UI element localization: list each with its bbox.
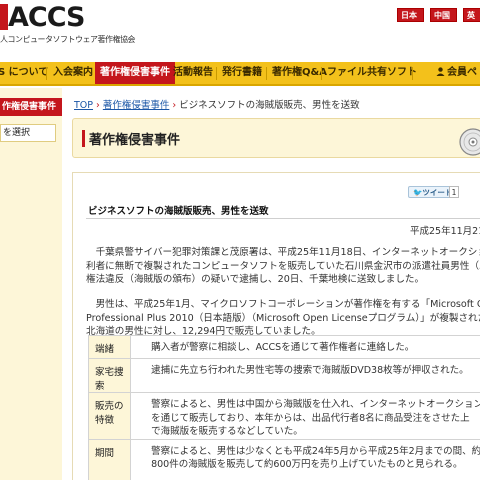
table-row-value: 警察によると、男性は少なくとも平成24年5月から平成25年2月までの間、約 80… <box>130 438 480 480</box>
nav-item-copyright-qa[interactable]: 著作権Q&A <box>272 62 327 84</box>
table-row-value: 購入者が警察に相談し、ACCSを通じて著作権者に連絡した。 <box>130 335 480 359</box>
table-cell-line: 購入者が警察に相談し、ACCSを通じて著作権者に連絡した。 <box>151 342 415 353</box>
nav-item-activity[interactable]: 活動報告 <box>173 62 213 84</box>
chevron-right-icon: › <box>172 100 177 111</box>
lang-chinese-button[interactable]: 中国語 <box>430 8 457 34</box>
divider <box>86 218 480 219</box>
lang-japanese-button[interactable]: 日本語 <box>397 8 424 34</box>
table-row: 端緒 購入者が警察に相談し、ACCSを通じて著作権者に連絡した。 <box>87 335 480 359</box>
twitter-bird-icon: 🐦 <box>413 188 423 197</box>
table-cell-line: 警察によると、男性は中国から海賊版を仕入れ、インターネットオークション <box>151 399 480 410</box>
sidebar-select[interactable]: を選択 <box>0 124 56 142</box>
nav-separator <box>216 67 217 80</box>
paragraph-line: 千葉県警サイバー犯罪対策課と茂原署は、平成25年11月18日、インターネットオー… <box>95 247 480 258</box>
paragraph-line: 権法違反（海賊版の頒布）の疑いで逮捕し、20日、千葉地検に送致しました。 <box>86 274 425 286</box>
breadcrumb-top-link[interactable]: TOP <box>74 100 93 111</box>
breadcrumb-section-link[interactable]: 著作権侵害事件 <box>103 100 170 111</box>
table-row-label: 家宅捜索 <box>87 358 132 393</box>
title-accent-bar <box>82 130 85 147</box>
site-header: ACCS 人コンピュータソフトウェア著作権協会 日本語 中国語 英 <box>0 0 480 62</box>
nav-item-books[interactable]: 発行書籍 <box>222 62 262 84</box>
article-date: 平成25年11月21 <box>410 226 480 237</box>
site-logo[interactable]: ACCS <box>8 4 85 32</box>
nav-item-file-sharing[interactable]: ファイル共有ソフト <box>327 62 417 84</box>
nav-separator <box>46 67 47 80</box>
nav-item-member-page[interactable]: 会員ペ <box>436 62 477 84</box>
table-row: 販売の特徴 警察によると、男性は中国から海賊版を仕入れ、インターネットオークショ… <box>87 392 480 440</box>
nav-item-infringement[interactable]: 著作権侵害事件 <box>95 62 175 84</box>
cd-icon <box>458 127 480 157</box>
table-cell-line: 逮捕に先立ち行われた男性宅等の捜索で海賊版DVD38枚等が押収された。 <box>151 365 469 376</box>
article-paragraph-1: 千葉県警サイバー犯罪対策課と茂原署は、平成25年11月18日、インターネットオー… <box>86 246 480 287</box>
table-cell-line: 警察によると、男性は少なくとも平成24年5月から平成25年2月までの間、約 <box>151 445 480 457</box>
paragraph-line: Professional Plus 2010（日本語版）（Microsoft O… <box>86 312 480 324</box>
nav-item-membership[interactable]: 入会案内 <box>53 62 93 84</box>
table-row-label: 端緒 <box>87 335 132 359</box>
table-row: 家宅捜索 逮捕に先立ち行われた男性宅等の捜索で海賊版DVD38枚等が押収された。 <box>87 358 480 393</box>
table-row-label: 期間 <box>87 438 132 480</box>
article-title: ビジネスソフトの海賊版販売、男性を送致 <box>88 206 269 217</box>
nav-separator <box>266 67 267 80</box>
table-row-value: 逮捕に先立ち行われた男性宅等の捜索で海賊版DVD38枚等が押収された。 <box>130 358 480 393</box>
lang-english-button[interactable]: 英 <box>463 8 480 22</box>
breadcrumb-current: ビジネスソフトの海賊版販売、男性を送致 <box>179 100 360 111</box>
paragraph-line: 男性は、平成25年1月、マイクロソフトコーポレーションが著作権を有する「Micr… <box>86 299 480 310</box>
chevron-right-icon: › <box>96 100 100 111</box>
user-icon <box>436 63 445 76</box>
table-cell-line: を通じて販売しており、本年からは、出品代行者8名に商品受注をさせた上 <box>151 412 470 424</box>
member-page-label: 会員ペ <box>447 67 477 78</box>
table-cell-line: 800件の海賊版を販売して約600万円を売り上げていたものと見られる。 <box>151 459 463 470</box>
nav-separator <box>412 67 413 80</box>
sidebar: 作権侵害事件 を選択 <box>0 88 62 480</box>
logo-mark <box>0 4 8 30</box>
table-row-label: 販売の特徴 <box>87 392 132 440</box>
table-row-value: 警察によると、男性は中国から海賊版を仕入れ、インターネットオークション を通じて… <box>130 392 480 440</box>
tweet-label: ツイート <box>422 188 453 197</box>
page-title: 著作権侵害事件 <box>89 133 181 148</box>
case-details-table: 端緒 購入者が警察に相談し、ACCSを通じて著作権者に連絡した。 家宅捜索 逮捕… <box>87 335 480 480</box>
page-title-box: 著作権侵害事件 <box>72 118 480 158</box>
paragraph-line: 利者に無断で複製されたコンピュータソフトを販売していた石川県金沢市の派遣社員男性… <box>86 260 480 272</box>
logo-subtitle: 人コンピュータソフトウェア著作権協会 <box>0 35 136 44</box>
article-paragraph-2: 男性は、平成25年1月、マイクロソフトコーポレーションが著作権を有する「Micr… <box>86 298 480 339</box>
tweet-count: 1 <box>449 186 459 198</box>
breadcrumb: TOP › 著作権侵害事件 › ビジネスソフトの海賊版販売、男性を送致 <box>74 97 360 111</box>
nav-separator <box>321 67 322 80</box>
main-nav: S について 入会案内 著作権侵害事件 活動報告 発行書籍 著作権Q&A ファイ… <box>0 62 480 86</box>
table-cell-line: で海賊版を販売するなどしていた。 <box>151 426 303 437</box>
nav-item-about[interactable]: S について <box>0 62 48 84</box>
sidebar-heading: 作権侵害事件 <box>0 98 62 116</box>
table-row: 期間 警察によると、男性は少なくとも平成24年5月から平成25年2月までの間、約… <box>87 438 480 480</box>
